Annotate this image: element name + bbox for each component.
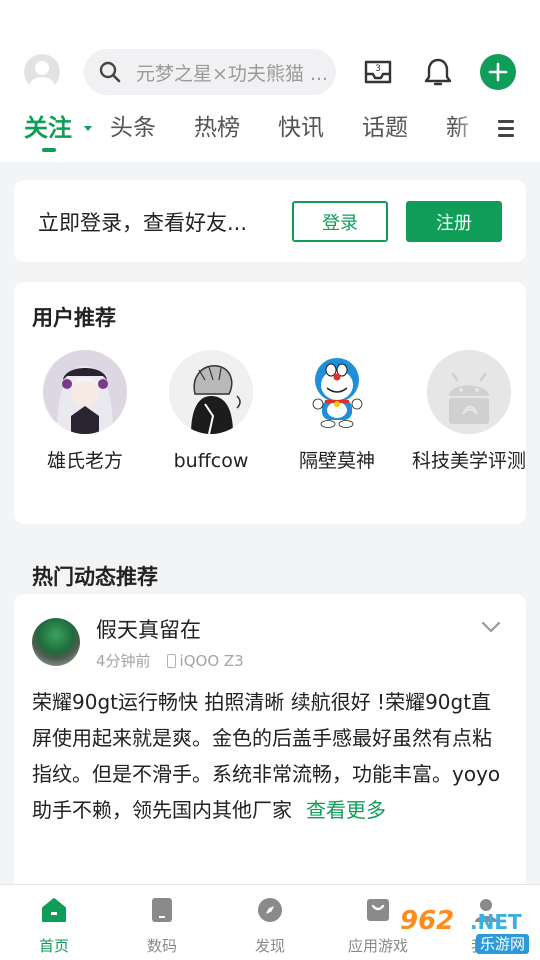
tab-news-flash[interactable]: 快讯	[278, 108, 324, 148]
tabs-menu-icon[interactable]	[498, 118, 518, 140]
chevron-down-icon[interactable]	[480, 620, 502, 634]
tab-follow-caret-icon[interactable]	[84, 126, 92, 131]
bell-icon	[424, 58, 452, 86]
user-avatar[interactable]	[427, 350, 511, 434]
compass-icon	[258, 898, 282, 922]
recommend-title: 用户推荐	[32, 306, 116, 330]
plus-icon	[488, 62, 508, 82]
active-tab-indicator	[42, 148, 56, 152]
download-button[interactable]: 3	[360, 54, 396, 90]
post-author-name[interactable]: 假天真留在	[96, 614, 201, 644]
home-icon	[42, 898, 66, 922]
download-icon: 3	[364, 60, 392, 84]
site-watermark: 962 .NET 乐游网	[400, 906, 540, 960]
nav-digital[interactable]: 数码	[112, 895, 212, 956]
search-icon	[99, 61, 121, 83]
search-placeholder: 元梦之星×功夫熊猫 ...	[136, 62, 329, 85]
post-time: 4分钟前	[96, 652, 151, 670]
post-body[interactable]: 荣耀90gt运行畅快 拍照清晰 续航很好 !荣耀90gt直屏使用起来就是爽。金色…	[32, 684, 508, 884]
see-more-link[interactable]: 查看更多	[306, 798, 386, 822]
nav-home[interactable]: 首页	[4, 895, 104, 956]
user-name: buffcow	[173, 450, 249, 472]
recommended-user[interactable]: 隔壁莫神	[274, 350, 400, 477]
register-button[interactable]: 注册	[406, 201, 502, 242]
category-tabs: 关注 头条 热榜 快讯 话题 新	[24, 108, 494, 154]
post-card[interactable]: 假天真留在 4分钟前 iQOO Z3 荣耀90gt运行畅快 拍照清晰 续航很好 …	[14, 594, 526, 894]
post-device: iQOO Z3	[179, 651, 244, 670]
login-card: 立即登录，查看好友... 登录 注册	[14, 180, 526, 262]
apps-icon	[367, 899, 389, 921]
tab-hot-list[interactable]: 热榜	[194, 108, 240, 148]
recommended-user[interactable]: 科技美学评测	[406, 350, 532, 477]
avatar-icon[interactable]	[24, 54, 60, 90]
watermark-number: 962	[400, 906, 455, 936]
tab-follow[interactable]: 关注	[24, 108, 72, 148]
notification-button[interactable]	[420, 54, 456, 90]
digital-icon	[152, 898, 172, 922]
top-bar: 元梦之星×功夫熊猫 ... 3 关注 头条 热榜 快讯 话题 新	[0, 0, 540, 162]
nav-label: 发现	[254, 937, 285, 955]
user-avatar[interactable]	[43, 350, 127, 434]
post-author-avatar[interactable]	[32, 618, 80, 666]
watermark-suffix: .NET	[470, 910, 522, 934]
user-avatar[interactable]	[169, 350, 253, 434]
tab-topics[interactable]: 话题	[362, 108, 408, 148]
hot-section-title: 热门动态推荐	[32, 565, 158, 589]
user-name: 隔壁莫神	[298, 450, 375, 472]
tab-headlines[interactable]: 头条	[110, 108, 156, 148]
post-text: 荣耀90gt运行畅快 拍照清晰 续航很好 !荣耀90gt直屏使用起来就是爽。金色…	[32, 690, 501, 822]
user-name: 雄氏老方	[46, 450, 123, 472]
login-prompt: 立即登录，查看好友...	[38, 211, 248, 235]
nav-discover[interactable]: 发现	[220, 895, 320, 956]
user-avatar[interactable]	[295, 350, 379, 434]
user-recommend-card: 用户推荐 雄氏老方 buffcow 隔壁莫神 科技美学评测	[14, 282, 526, 524]
download-badge: 3	[375, 64, 381, 74]
tab-fade	[454, 108, 494, 154]
nav-label: 数码	[146, 937, 177, 955]
phone-icon	[166, 653, 176, 668]
user-name: 科技美学评测	[411, 450, 526, 472]
search-bar[interactable]: 元梦之星×功夫熊猫 ...	[84, 49, 336, 95]
post-meta: 4分钟前 iQOO Z3	[96, 650, 244, 671]
recommended-user[interactable]: 雄氏老方	[22, 350, 148, 477]
nav-label: 首页	[38, 937, 69, 955]
recommended-user[interactable]: buffcow	[148, 350, 274, 477]
add-button[interactable]	[480, 54, 516, 90]
login-button[interactable]: 登录	[292, 201, 388, 242]
watermark-sub: 乐游网	[476, 934, 530, 954]
